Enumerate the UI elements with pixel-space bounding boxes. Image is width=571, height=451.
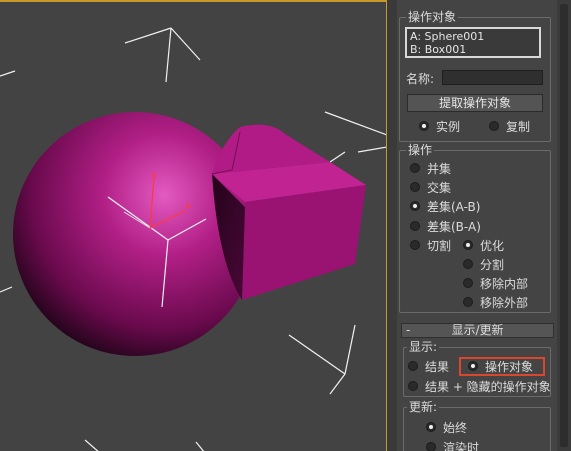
radio-dot (463, 259, 473, 269)
radio-label: 优化 (480, 238, 505, 253)
radio-split[interactable]: 分割 (463, 256, 504, 272)
panel-scrollbar[interactable] (557, 0, 571, 451)
radio-cut[interactable]: 切割 (410, 237, 451, 253)
radio-dot (463, 278, 473, 288)
radio-refine[interactable]: 优化 (463, 237, 504, 253)
radio-label: 实例 (436, 119, 461, 134)
extract-operand-button[interactable]: 提取操作对象 (407, 94, 543, 112)
radio-always[interactable]: 始终 (426, 419, 467, 435)
operands-group-title: 操作对象 (406, 10, 459, 24)
radio-union[interactable]: 并集 (410, 160, 451, 176)
radio-copy[interactable]: 复制 (489, 118, 530, 134)
radio-label: 切割 (427, 238, 452, 253)
operands-highlight-box (459, 357, 545, 376)
perspective-viewport[interactable] (0, 0, 387, 451)
update-group: 更新: 始终 渲染时 (403, 400, 551, 451)
radio-remove-inside[interactable]: 移除内部 (463, 275, 528, 291)
scrollbar-thumb[interactable] (560, 4, 568, 447)
radio-label: 分割 (480, 257, 505, 272)
display-update-rollout-header[interactable]: - 显示/更新 (401, 323, 554, 338)
rollout-title: 显示/更新 (451, 323, 504, 337)
radio-dot (408, 361, 418, 371)
radio-intersection[interactable]: 交集 (410, 179, 451, 195)
operands-list[interactable]: A: Sphere001 B: Box001 (405, 27, 541, 58)
radio-label: 并集 (427, 161, 452, 176)
display-group-title: 显示: (407, 340, 440, 354)
radio-label: 复制 (506, 119, 531, 134)
name-field[interactable] (442, 70, 543, 85)
radio-dot (419, 121, 429, 131)
radio-label: 差集(B-A) (427, 219, 481, 234)
radio-dot (408, 381, 418, 391)
radio-instance[interactable]: 实例 (419, 118, 460, 134)
radio-label: 结果 + 隐藏的操作对象 (425, 379, 551, 394)
boolean-object[interactable] (13, 112, 366, 356)
radio-label: 移除外部 (480, 295, 529, 310)
radio-subtraction-ba[interactable]: 差集(B-A) (410, 218, 481, 234)
radio-label: 差集(A-B) (427, 199, 481, 214)
modify-panel: 操作对象 A: Sphere001 B: Box001 名称: 提取操作对象 实… (397, 0, 571, 451)
radio-remove-outside[interactable]: 移除外部 (463, 294, 528, 310)
operation-group: 操作 并集 交集 差集(A-B) 差集(B-A) 切割 优化 分割 移除内部 移… (399, 143, 551, 313)
radio-dot (410, 240, 420, 250)
radio-label: 渲染时 (443, 440, 480, 451)
radio-dot (410, 182, 420, 192)
radio-when-rendering[interactable]: 渲染时 (426, 439, 479, 451)
radio-dot (410, 163, 420, 173)
radio-label: 交集 (427, 180, 452, 195)
radio-dot (426, 422, 436, 432)
radio-dot (463, 240, 473, 250)
radio-label: 移除内部 (480, 276, 529, 291)
radio-dot (426, 442, 436, 451)
radio-dot (463, 297, 473, 307)
operand-item[interactable]: B: Box001 (410, 43, 536, 56)
viewport-divider[interactable] (387, 0, 397, 451)
operands-group: 操作对象 A: Sphere001 B: Box001 名称: 提取操作对象 实… (399, 10, 551, 142)
radio-result-hidden-operands[interactable]: 结果 + 隐藏的操作对象 (408, 378, 551, 394)
operation-group-title: 操作 (406, 143, 435, 157)
viewport-scene (0, 27, 386, 451)
name-label: 名称: (406, 72, 435, 86)
radio-subtraction-ab[interactable]: 差集(A-B) (410, 198, 480, 214)
radio-label: 结果 (425, 359, 450, 374)
radio-dot (410, 221, 420, 231)
radio-result[interactable]: 结果 (408, 358, 449, 374)
radio-dot (489, 121, 499, 131)
update-group-title: 更新: (407, 400, 440, 414)
operand-item[interactable]: A: Sphere001 (410, 30, 536, 43)
radio-label: 始终 (443, 420, 468, 435)
radio-dot (410, 201, 420, 211)
